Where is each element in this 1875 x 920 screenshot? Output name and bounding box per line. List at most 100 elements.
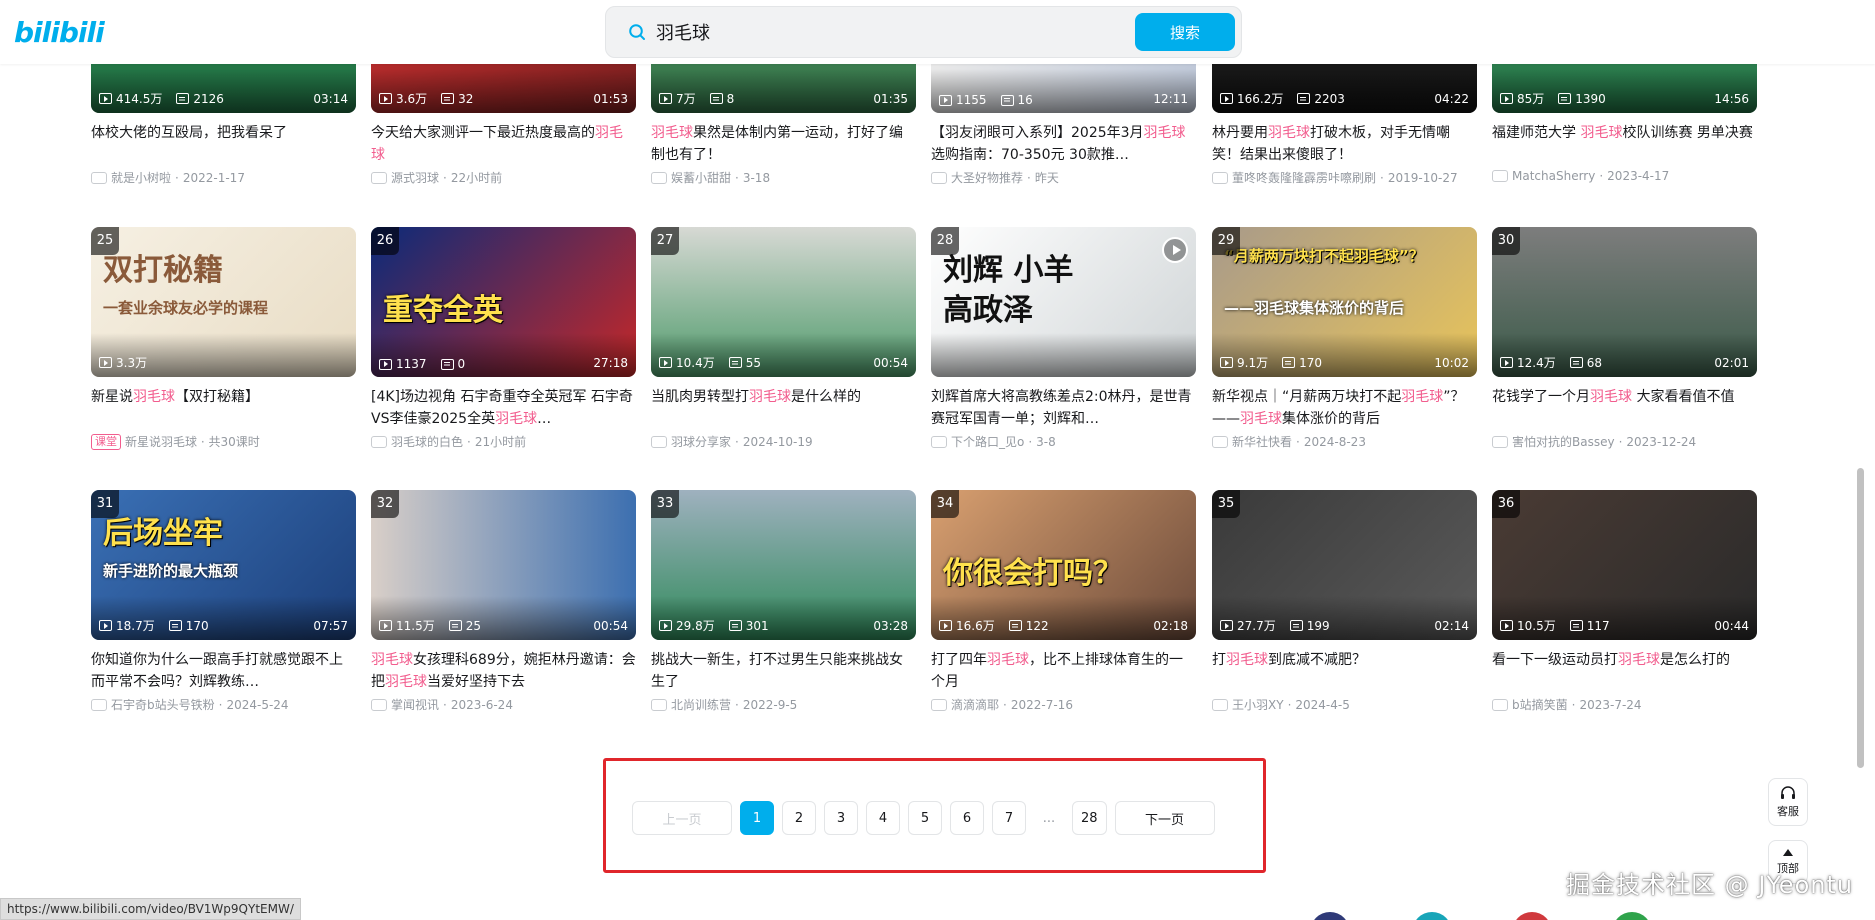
video-thumbnail[interactable]: “月薪两万块打不起羽毛球”？ ——羽毛球集体涨价的背后 29 9.1万 170 10:02: [1212, 227, 1477, 377]
video-title[interactable]: 体校大佬的互殴局，把我看呆了: [91, 122, 356, 144]
danmaku-count-text: 122: [1025, 618, 1049, 633]
uploader-name[interactable]: 下个路口_见o: [951, 433, 1024, 450]
thumbnail-subcaption: ——羽毛球集体涨价的背后: [1224, 299, 1405, 317]
video-title[interactable]: [4K]场边视角 石宇奇重夺全英冠军 石宇奇VS李佳豪2025全英羽毛球…: [371, 386, 636, 430]
video-thumbnail[interactable]: 刘辉 小羊 高政泽 28: [931, 227, 1196, 377]
share-circle-1[interactable]: [1310, 912, 1350, 920]
meta-separator: ·: [735, 697, 739, 712]
uploader-name[interactable]: 掌闻视讯: [391, 696, 439, 713]
uploader-name[interactable]: 石宇奇b站头号铁粉: [111, 696, 215, 713]
uploader-name[interactable]: 源式羽球: [391, 169, 439, 186]
video-duration: 02:14: [1434, 619, 1469, 633]
uploader-name[interactable]: 王小羽XY: [1232, 696, 1284, 713]
video-title[interactable]: 打羽毛球到底减不减肥？: [1212, 649, 1477, 671]
danmaku-count: 199: [1289, 618, 1330, 633]
video-stats: 7万 8: [659, 90, 742, 107]
uploader-name[interactable]: 新星说羽毛球 · 共30课时: [125, 433, 260, 450]
meta-separator: ·: [735, 170, 739, 185]
danmaku-icon: [1008, 620, 1022, 631]
video-thumbnail[interactable]: 双打秘籍 一套业余球友必学的课程 25 3.3万: [91, 227, 356, 377]
video-title[interactable]: 福建师范大学 羽毛球校队训练赛 男单决赛: [1492, 122, 1757, 144]
video-thumbnail[interactable]: 你很会打吗？ 34 16.6万 122 02:18: [931, 490, 1196, 640]
video-thumbnail[interactable]: 36 10.5万 117 00:44: [1492, 490, 1757, 640]
video-duration: 27:18: [593, 356, 628, 370]
video-thumbnail[interactable]: 重夺全英 26 1137 0 27:18: [371, 227, 636, 377]
danmaku-count: 1390: [1558, 92, 1606, 106]
video-stats: 1155 16: [939, 93, 1041, 107]
upload-date: 2024-8-23: [1303, 434, 1366, 449]
video-title[interactable]: 【羽友闭眼可入系列】2025年3月羽毛球选购指南：70-350元 30款推…: [931, 122, 1196, 166]
page-scrollbar[interactable]: [1857, 468, 1864, 768]
video-thumbnail[interactable]: 35 27.7万 199 02:14: [1212, 490, 1477, 640]
uploader-name[interactable]: 滴滴滴耶: [951, 696, 999, 713]
page-button-4[interactable]: 4: [866, 801, 900, 835]
video-title[interactable]: 当肌肉男转型打羽毛球是什么样的: [651, 386, 916, 408]
video-thumbnail[interactable]: 后场坐牢 新手进阶的最大瓶颈 31 18.7万 170 07:57: [91, 490, 356, 640]
uploader-name[interactable]: 羽毛球的白色: [391, 433, 463, 450]
uploader-name[interactable]: 羽球分享家: [671, 433, 731, 450]
page-button-last[interactable]: 28: [1072, 801, 1107, 835]
uploader-name[interactable]: 害怕对抗的Bassey: [1512, 433, 1615, 450]
uploader-name[interactable]: MatchaSherry: [1512, 169, 1595, 183]
video-title[interactable]: 看一下一级运动员打羽毛球是怎么打的: [1492, 649, 1757, 671]
uploader-icon: [1212, 171, 1228, 184]
video-title[interactable]: 新星说羽毛球【双打秘籍】: [91, 386, 356, 408]
video-title[interactable]: 林丹要用羽毛球打破木板，对手无情嘲笑！结果出来傻眼了！: [1212, 122, 1477, 166]
video-thumbnail[interactable]: 27 10.4万 55 00:54: [651, 227, 916, 377]
video-title[interactable]: 今天给大家测评一下最近热度最高的羽毛球: [371, 122, 636, 166]
uploader-name[interactable]: 北尚训练营: [671, 696, 731, 713]
video-title[interactable]: 羽毛球果然是体制内第一运动，打好了编制也有了！: [651, 122, 916, 166]
page-button-3[interactable]: 3: [824, 801, 858, 835]
view-count-text: 1137: [396, 357, 427, 371]
video-title[interactable]: 打了四年羽毛球，比不上排球体育生的一个月: [931, 649, 1196, 693]
video-thumbnail[interactable]: 30 12.4万 68 02:01: [1492, 227, 1757, 377]
video-thumbnail[interactable]: 33 29.8万 301 03:28: [651, 490, 916, 640]
keyword-highlight: 羽毛球: [133, 389, 175, 405]
title-text: 是什么样的: [791, 389, 861, 405]
meta-separator: ·: [218, 697, 223, 712]
video-title[interactable]: 新华视点｜“月薪两万块打不起羽毛球”？——羽毛球集体涨价的背后: [1212, 386, 1477, 430]
upload-date: 2024-4-5: [1295, 697, 1350, 712]
uploader-name[interactable]: 董咚咚轰隆隆霹雳咔嚓刷刷: [1232, 169, 1376, 186]
search-input[interactable]: [656, 15, 1136, 49]
share-circle-3[interactable]: [1512, 912, 1552, 920]
video-title[interactable]: 刘辉首席大将高教练差点2:0林丹，是世青赛冠军国青一单；刘辉和…: [931, 386, 1196, 430]
upload-date: 昨天: [1034, 171, 1059, 185]
uploader-name[interactable]: 就是小树啦: [111, 169, 171, 186]
rank-badge: 25: [91, 227, 119, 255]
view-count-text: 27.7万: [1237, 619, 1276, 633]
video-stats: 11.5万 25: [379, 617, 489, 634]
upload-date: 3-18: [742, 170, 771, 185]
upload-date: 2023-4-17: [1607, 169, 1670, 183]
uploader-name[interactable]: b站摘笑菌: [1512, 696, 1568, 713]
page-button-6[interactable]: 6: [950, 801, 984, 835]
uploader-name[interactable]: 娱蓄小甜甜: [671, 169, 731, 186]
video-title[interactable]: 花钱学了一个月羽毛球 大家看看值不值: [1492, 386, 1757, 408]
search-button[interactable]: 搜索: [1135, 13, 1235, 51]
video-stats: 3.3万: [99, 354, 155, 371]
bilibili-logo[interactable]: bilibili: [14, 16, 105, 49]
view-count-text: 414.5万: [116, 92, 163, 106]
video-thumbnail[interactable]: 32 11.5万 25 00:54: [371, 490, 636, 640]
uploader-name[interactable]: 大圣好物推荐: [951, 169, 1023, 186]
play-count-icon: [659, 357, 672, 368]
thumbnail-caption: 刘辉 小羊: [943, 253, 1074, 288]
prev-page-button[interactable]: 上一页: [632, 801, 732, 835]
video-title[interactable]: 挑战大一新生，打不过男生只能来挑战女生了: [651, 649, 916, 693]
uploader-icon: [931, 435, 947, 448]
top-header: bilibili 搜索: [0, 0, 1875, 64]
danmaku-count: 170: [168, 619, 209, 633]
page-button-5[interactable]: 5: [908, 801, 942, 835]
customer-service-button[interactable]: 客服: [1768, 778, 1808, 826]
page-button-7[interactable]: 7: [992, 801, 1026, 835]
search-bar[interactable]: 搜索: [605, 6, 1242, 58]
share-circle-4[interactable]: [1612, 912, 1652, 920]
page-button-1[interactable]: 1: [740, 801, 774, 835]
danmaku-count-text: 199: [1306, 618, 1330, 633]
next-page-button[interactable]: 下一页: [1114, 801, 1215, 835]
video-title[interactable]: 你知道你为什么一跟高手打就感觉跟不上而平常不会吗？刘辉教练…: [91, 649, 356, 693]
video-title[interactable]: 羽毛球女孩理科689分，婉拒林丹邀请：会把羽毛球当爱好坚持下去: [371, 649, 636, 693]
share-circle-2[interactable]: [1412, 912, 1452, 920]
uploader-name[interactable]: 新华社快看: [1232, 433, 1292, 450]
page-button-2[interactable]: 2: [782, 801, 816, 835]
